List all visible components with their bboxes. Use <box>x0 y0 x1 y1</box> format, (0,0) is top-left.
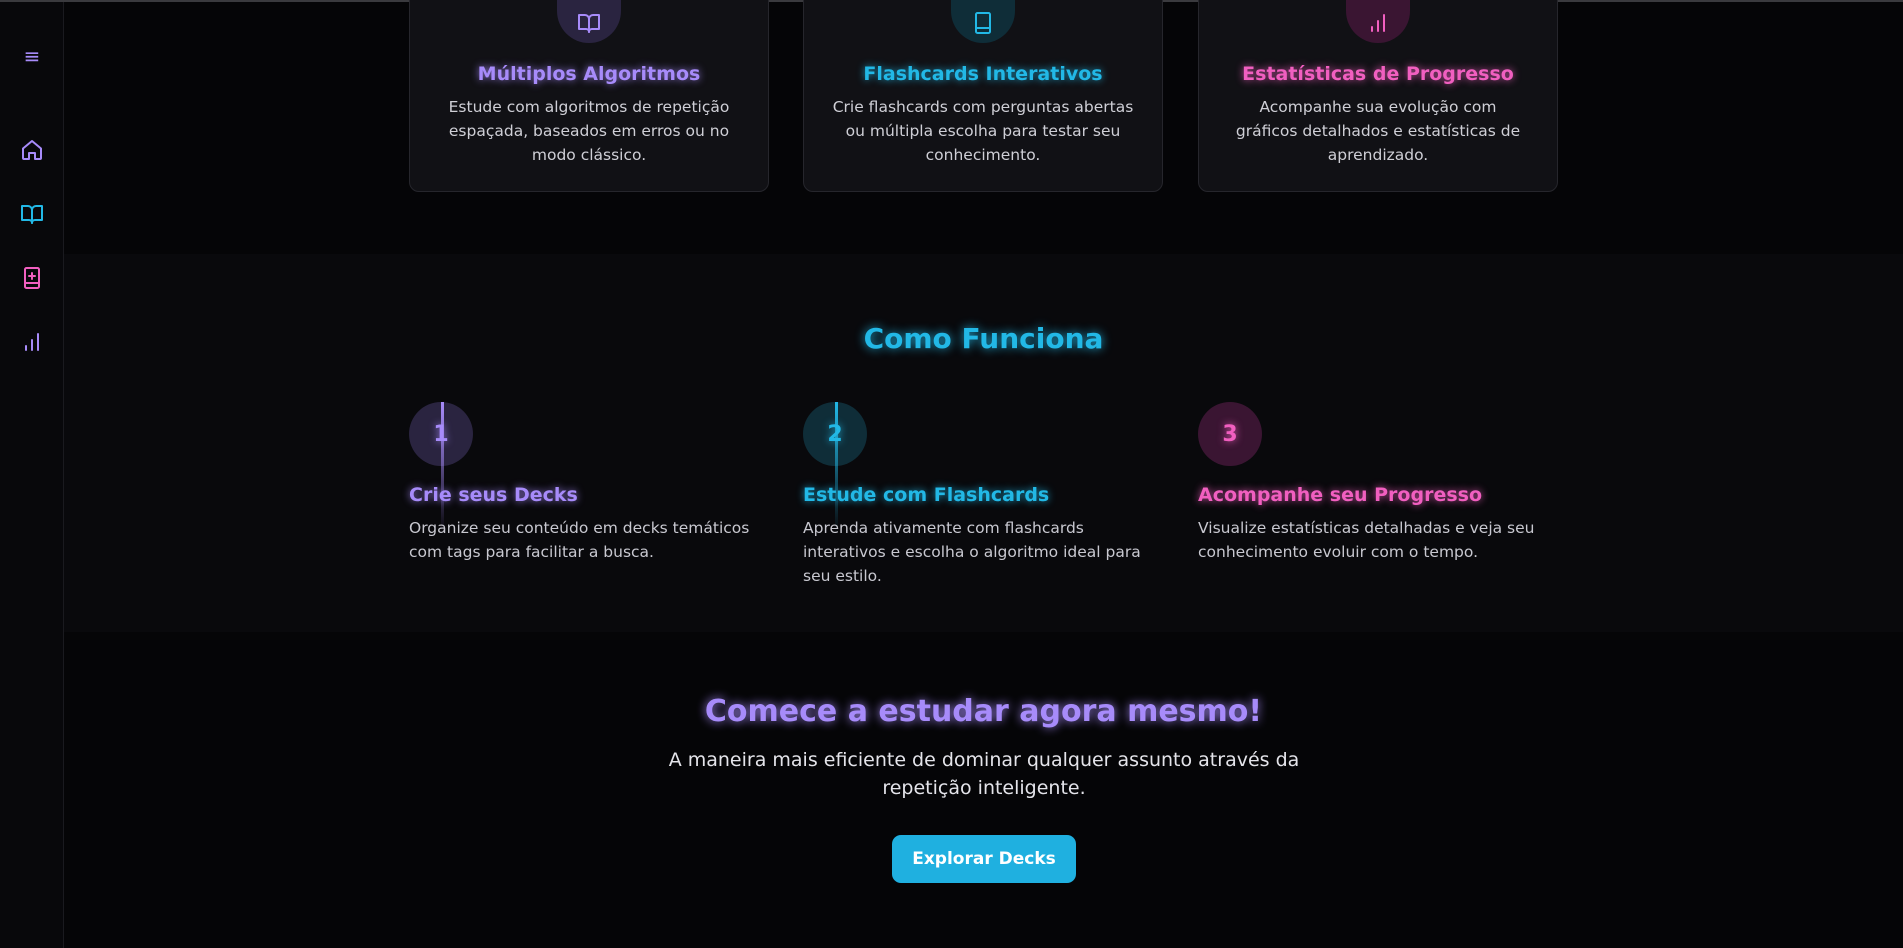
step-description: Aprenda ativamente com flashcards intera… <box>803 519 1141 585</box>
sidebar: ≡ <box>0 2 64 948</box>
book-open-icon <box>557 0 621 43</box>
menu-button[interactable]: ≡ <box>16 40 48 72</box>
step-number-badge: 3 <box>1198 402 1262 466</box>
how-it-works-section: Como Funciona 1 Crie seus Decks Organize… <box>64 254 1903 632</box>
sidebar-item-create-deck[interactable] <box>16 264 48 296</box>
feature-description: Estude com algoritmos de repetição espaç… <box>448 98 730 164</box>
book-plus-icon <box>20 266 44 294</box>
sidebar-item-home[interactable] <box>16 136 48 168</box>
sidebar-item-study[interactable] <box>16 200 48 232</box>
feature-description: Crie flashcards com perguntas abertas ou… <box>832 98 1134 164</box>
feature-card-algorithms: Múltiplos Algoritmos Estude com algoritm… <box>409 0 769 192</box>
sidebar-item-stats[interactable] <box>16 328 48 360</box>
book-open-icon <box>20 202 44 230</box>
feature-title: Estatísticas de Progresso <box>1242 63 1514 85</box>
section-title: Como Funciona <box>863 322 1104 355</box>
feature-description: Acompanhe sua evolução com gráficos deta… <box>1235 98 1521 164</box>
bar-chart-icon <box>20 330 44 358</box>
step-title: Estude com Flashcards <box>803 484 1050 506</box>
feature-card-stats: Estatísticas de Progresso Acompanhe sua … <box>1198 0 1558 192</box>
bar-chart-icon <box>1346 0 1410 43</box>
step-connector-line <box>441 402 444 532</box>
feature-title: Flashcards Interativos <box>863 63 1103 85</box>
step-title: Acompanhe seu Progresso <box>1198 484 1483 506</box>
cta-title: Comece a estudar agora mesmo! <box>704 694 1263 729</box>
cta-description: A maneira mais eficiente de dominar qual… <box>668 749 1300 799</box>
feature-card-flashcards: Flashcards Interativos Crie flashcards c… <box>803 0 1163 192</box>
book-icon <box>951 0 1015 43</box>
features-section: Múltiplos Algoritmos Estude com algoritm… <box>64 0 1903 254</box>
step-connector-line <box>835 402 838 532</box>
feature-title: Múltiplos Algoritmos <box>477 63 701 85</box>
menu-icon: ≡ <box>23 44 41 68</box>
step-description: Organize seu conteúdo em decks temáticos… <box>409 519 750 561</box>
step-description: Visualize estatísticas detalhadas e veja… <box>1198 519 1535 561</box>
step-title: Crie seus Decks <box>409 484 578 506</box>
home-icon <box>20 138 44 166</box>
explore-decks-button[interactable]: Explorar Decks <box>892 835 1076 883</box>
call-to-action-section: Comece a estudar agora mesmo! A maneira … <box>64 632 1903 948</box>
